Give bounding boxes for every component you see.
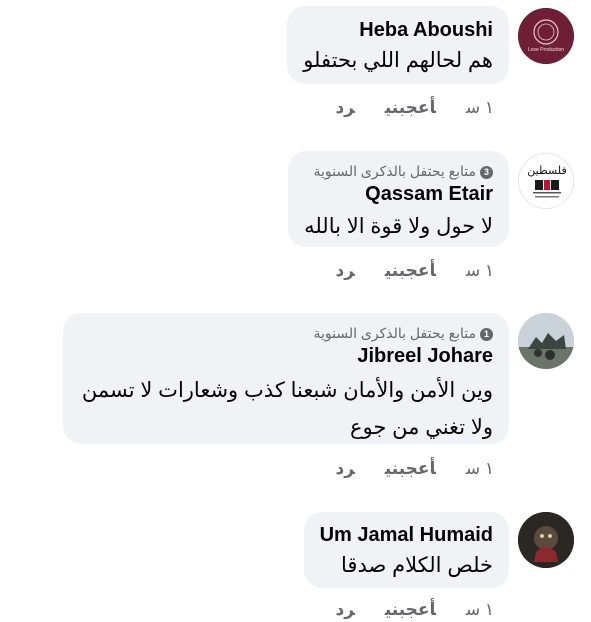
comment-bubble: Heba Aboushi هم لحالهم اللي بحتفلو <box>287 6 509 84</box>
reply-button[interactable]: رد <box>336 459 355 478</box>
comment-text: خلص الكلام صدقا <box>341 554 493 577</box>
avatar[interactable]: Love Production <box>518 8 574 64</box>
badge-label: متابع يحتفل بالذكرى السنوية <box>313 163 476 179</box>
like-button[interactable]: أعجبني <box>385 98 436 117</box>
comment-author[interactable]: Qassam Etair <box>304 182 493 206</box>
comment-time[interactable]: ١ س <box>466 261 494 280</box>
avatar[interactable] <box>518 512 574 568</box>
comment-actions: ١ س أعجبني رد <box>336 458 495 480</box>
comment-bubble: 1 متابع يحتفل بالذكرى السنوية Jibreel Joh… <box>63 313 509 444</box>
comment-author[interactable]: Um Jamal Humaid <box>320 523 493 547</box>
profile-photo-icon <box>518 512 574 568</box>
like-button[interactable]: أعجبني <box>385 459 436 478</box>
comment-bubble: 3 متابع يحتفل بالذكرى السنوية Qassam Etai… <box>288 151 509 247</box>
comment-bubble: Um Jamal Humaid خلص الكلام صدقا <box>303 512 509 588</box>
comment-time[interactable]: ١ س <box>466 98 494 117</box>
avatar[interactable]: فلسطين <box>518 153 574 209</box>
avatar-logo-text: Love Production <box>528 47 564 53</box>
top-fan-badge: 3 متابع يحتفل بالذكرى السنوية <box>304 162 493 180</box>
comment-text: لا حول ولا قوة الا بالله <box>304 215 493 238</box>
avatar[interactable] <box>518 313 574 369</box>
badge-label: متابع يحتفل بالذكرى السنوية <box>313 325 476 341</box>
badge-count-icon: 3 <box>480 166 493 179</box>
comment-actions: ١ س أعجبني رد <box>336 599 495 621</box>
top-fan-badge: 1 متابع يحتفل بالذكرى السنوية <box>79 324 493 342</box>
comment-actions: ١ س أعجبني رد <box>336 260 495 282</box>
like-button[interactable]: أعجبني <box>385 261 436 280</box>
love-production-logo-icon: Love Production <box>518 8 574 64</box>
profile-photo-icon <box>518 313 574 369</box>
reply-button[interactable]: رد <box>336 261 355 280</box>
badge-count-icon: 1 <box>480 328 493 341</box>
reply-button[interactable]: رد <box>336 600 355 619</box>
avatar-logo-text: فلسطين <box>527 164 566 177</box>
reply-button[interactable]: رد <box>336 98 355 117</box>
like-button[interactable]: أعجبني <box>385 600 436 619</box>
comment-author[interactable]: Jibreel Johare <box>79 344 493 368</box>
comment-time[interactable]: ١ س <box>466 459 494 478</box>
comment-actions: ١ س أعجبني رد <box>336 97 495 119</box>
comment-text: وين الأمن والأمان شبعنا كذب وشعارات لا ت… <box>81 379 493 439</box>
comment-time[interactable]: ١ س <box>466 600 494 619</box>
comment-text: هم لحالهم اللي بحتفلو <box>303 49 493 72</box>
comment-author[interactable]: Heba Aboushi <box>303 18 493 42</box>
palestine-logo-icon: فلسطين <box>519 154 573 208</box>
